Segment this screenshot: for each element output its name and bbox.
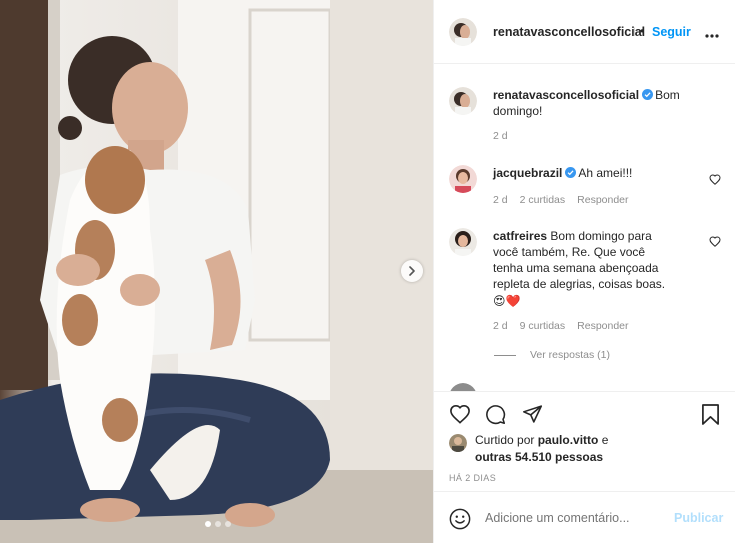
comment-username[interactable]: jacquebrazil — [493, 166, 562, 180]
carousel-dot-active — [205, 521, 211, 527]
comment-input[interactable] — [485, 511, 675, 525]
more-options-button[interactable] — [705, 27, 719, 41]
liker-avatar[interactable] — [449, 434, 467, 452]
avatar-image — [449, 434, 467, 452]
comment-bubble-icon[interactable] — [485, 404, 506, 425]
liker-username[interactable]: paulo.vitto — [538, 433, 599, 447]
comments-list[interactable]: renatavasconcellosoficial Bom domingo! 2 … — [434, 65, 735, 391]
more-horizontal-icon — [705, 34, 719, 38]
avatar-image — [449, 228, 477, 256]
caption-time[interactable]: 2 d — [493, 130, 508, 142]
like-comment-heart-icon[interactable] — [709, 236, 721, 247]
post-photo[interactable] — [0, 0, 433, 543]
commenter-avatar[interactable] — [449, 165, 477, 193]
comment-meta: 2 d 2 curtidas Responder — [493, 194, 641, 206]
post-date[interactable]: HÁ 2 DIAS — [449, 473, 496, 483]
caption-avatar[interactable] — [449, 87, 477, 115]
caption-meta: 2 d — [493, 130, 520, 142]
comment-time[interactable]: 2 d — [493, 194, 508, 206]
likes-prefix: Curtido por — [475, 433, 535, 447]
post-header: renatavasconcellosoficial l • Seguir — [434, 0, 735, 64]
carousel-dot — [215, 521, 221, 527]
comment-username[interactable]: catfreires — [493, 229, 547, 243]
like-comment-heart-icon[interactable] — [709, 174, 721, 185]
author-avatar[interactable] — [449, 18, 477, 46]
likes-connector: e — [601, 433, 609, 447]
likes-text: Curtido por paulo.vitto e outras 54.510 … — [475, 432, 725, 466]
reply-button[interactable]: Responder — [577, 194, 628, 206]
avatar-image — [449, 165, 477, 193]
follow-button[interactable]: Seguir — [652, 25, 691, 39]
photo-image — [0, 0, 433, 543]
comment-text-block: catfreires Bom domingo para você também,… — [493, 228, 671, 309]
comment-time[interactable]: 2 d — [493, 320, 508, 332]
reply-button[interactable]: Responder — [577, 320, 628, 332]
view-replies-line — [494, 354, 516, 356]
verified-badge-icon — [565, 167, 577, 178]
avatar-image — [449, 87, 477, 115]
comment-emoji: 😍❤️ — [493, 294, 521, 308]
like-heart-icon[interactable] — [449, 404, 471, 424]
comment-composer: Publicar — [434, 491, 735, 543]
header-separator: • — [640, 24, 645, 38]
commenter-avatar[interactable] — [449, 228, 477, 256]
comment-text: Ah amei!!! — [578, 166, 633, 180]
avatar-image — [450, 383, 476, 391]
chevron-right-icon — [409, 266, 415, 276]
author-username[interactable]: renatavasconcellosoficial — [493, 25, 645, 39]
caption-text-block: renatavasconcellosoficial Bom domingo! — [493, 87, 703, 119]
post-actions: Curtido por paulo.vitto e outras 54.510 … — [434, 391, 735, 543]
commenter-avatar-partial[interactable] — [449, 383, 477, 391]
view-replies-label: Ver respostas (1) — [530, 349, 610, 361]
avatar-image — [449, 18, 477, 46]
comment-text-block: jacquebrazil Ah amei!!! — [493, 165, 693, 181]
carousel-dot — [225, 521, 231, 527]
comment-meta: 2 d 9 curtidas Responder — [493, 320, 641, 332]
carousel-indicator — [205, 521, 231, 527]
post-side-panel: renatavasconcellosoficial l • Seguir ren… — [433, 0, 735, 543]
comment-likes[interactable]: 9 curtidas — [520, 320, 566, 332]
comment-likes[interactable]: 2 curtidas — [520, 194, 566, 206]
likes-others[interactable]: outras 54.510 pessoas — [475, 450, 603, 464]
save-bookmark-icon[interactable] — [701, 404, 720, 425]
verified-badge-icon — [642, 89, 654, 100]
share-paper-plane-icon[interactable] — [522, 404, 543, 424]
carousel-next-button[interactable] — [401, 260, 423, 282]
publish-button[interactable]: Publicar — [674, 511, 723, 525]
caption-username[interactable]: renatavasconcellosoficial — [493, 88, 639, 102]
emoji-smile-icon[interactable] — [449, 508, 471, 530]
view-replies-button[interactable]: Ver respostas (1) — [494, 349, 610, 361]
